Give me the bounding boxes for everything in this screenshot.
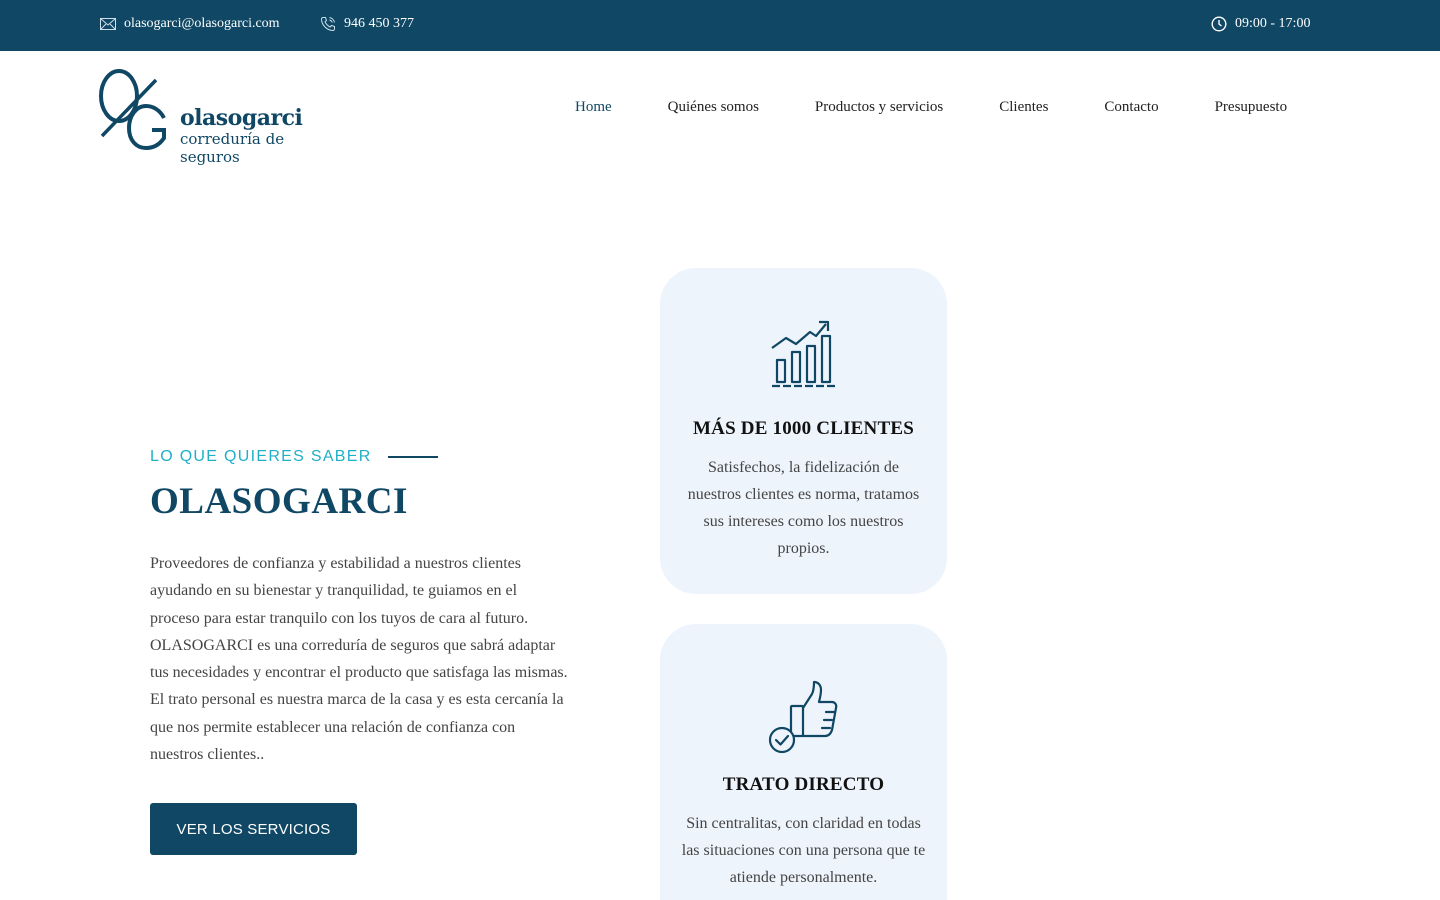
card-clients-text: Satisfechos, la fidelización de nuestros… [687, 459, 920, 557]
growth-chart-icon [771, 320, 836, 388]
envelope-icon [100, 18, 116, 30]
feature-card-direct: TRATO DIRECTO Sin centralitas, con clari… [660, 624, 947, 900]
main-nav: Home Quiénes somos Productos y servicios… [575, 99, 1287, 116]
logo-name: olasogarci [180, 105, 303, 131]
topbar-email[interactable]: olasogarci@olasogarci.com [100, 16, 280, 32]
card-clients-title: MÁS DE 1000 CLIENTES [693, 418, 914, 439]
eyebrow-divider [387, 456, 438, 458]
logo[interactable]: olasogarci correduría de seguros [98, 66, 338, 166]
topbar-hours: 09:00 - 17:00 [1211, 16, 1310, 32]
hero-eyebrow-text: LO QUE QUIERES SABER [150, 448, 372, 465]
nav-item-quienes-somos[interactable]: Quiénes somos [668, 99, 759, 116]
phone-icon [320, 17, 335, 32]
nav-item-contacto[interactable]: Contacto [1104, 99, 1158, 116]
topbar-hours-text: 09:00 - 17:00 [1235, 16, 1311, 31]
hero-description: Proveedores de confianza y estabilidad a… [150, 555, 568, 764]
topbar-phone[interactable]: 946 450 377 [320, 16, 414, 32]
hero-eyebrow: LO QUE QUIERES SABER [150, 448, 438, 466]
nav-item-presupuesto[interactable]: Presupuesto [1215, 99, 1288, 116]
thumbs-up-check-icon [768, 680, 838, 754]
topbar-phone-text: 946 450 377 [344, 16, 414, 31]
logo-text: olasogarci correduría de seguros [180, 106, 338, 166]
nav-item-clientes[interactable]: Clientes [999, 99, 1048, 116]
card-direct-text: Sin centralitas, con claridad en todas l… [681, 815, 926, 886]
topbar-email-text: olasogarci@olasogarci.com [124, 16, 280, 31]
feature-card-clients: MÁS DE 1000 CLIENTES Satisfechos, la fid… [660, 268, 947, 594]
card-direct-title: TRATO DIRECTO [722, 774, 885, 795]
nav-item-productos-servicios[interactable]: Productos y servicios [815, 99, 943, 116]
nav-item-home[interactable]: Home [575, 99, 612, 116]
hero-title: OLASOGARCI [150, 481, 408, 522]
clock-icon [1211, 16, 1227, 32]
view-services-button[interactable]: VER LOS SERVICIOS [150, 803, 357, 855]
logo-subtitle: correduría de seguros [180, 130, 285, 166]
og-monogram-icon [99, 69, 166, 151]
top-bar: olasogarci@olasogarci.com 946 450 377 09… [0, 0, 1440, 51]
